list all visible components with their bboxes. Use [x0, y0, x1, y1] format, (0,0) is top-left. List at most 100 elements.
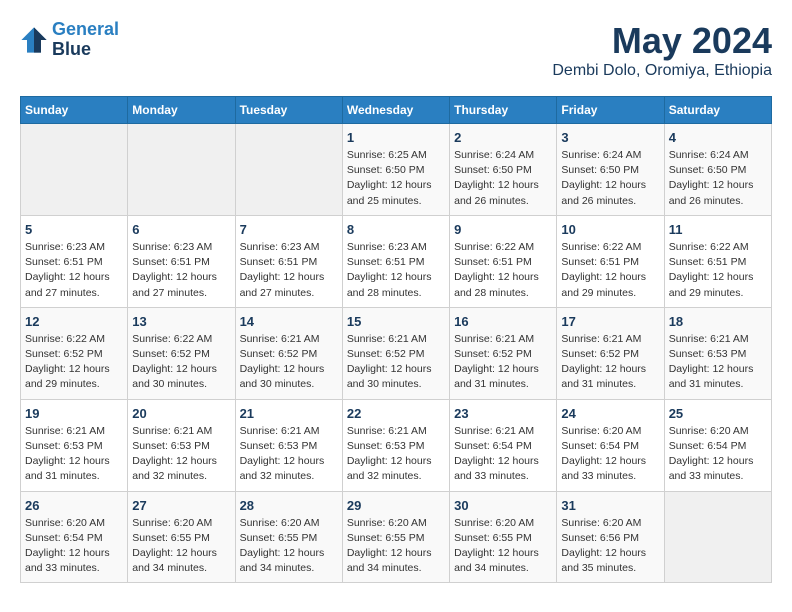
calendar-cell: 7Sunrise: 6:23 AM Sunset: 6:51 PM Daylig…: [235, 215, 342, 307]
day-info: Sunrise: 6:22 AM Sunset: 6:51 PM Dayligh…: [561, 240, 659, 301]
day-info: Sunrise: 6:21 AM Sunset: 6:53 PM Dayligh…: [347, 424, 445, 485]
day-info: Sunrise: 6:24 AM Sunset: 6:50 PM Dayligh…: [561, 148, 659, 209]
day-number: 28: [240, 498, 338, 513]
day-number: 6: [132, 222, 230, 237]
day-number: 27: [132, 498, 230, 513]
day-number: 14: [240, 314, 338, 329]
weekday-header: Friday: [557, 97, 664, 124]
day-info: Sunrise: 6:23 AM Sunset: 6:51 PM Dayligh…: [347, 240, 445, 301]
calendar-cell: 6 Sunrise: 6:23 AM Sunset: 6:51 PM Daylig…: [128, 215, 235, 307]
weekday-header: Tuesday: [235, 97, 342, 124]
calendar-cell: 5 Sunrise: 6:23 AM Sunset: 6:51 PM Daylig…: [21, 215, 128, 307]
logo-icon: [20, 26, 48, 54]
weekday-header: Wednesday: [342, 97, 449, 124]
day-info: Sunrise: 6:22 AM Sunset: 6:51 PM Dayligh…: [454, 240, 552, 301]
calendar-cell: 21 Sunrise: 6:21 AM Sunset: 6:53 PM Dayli…: [235, 399, 342, 491]
calendar-cell: [128, 124, 235, 216]
day-number: 8: [347, 222, 445, 237]
day-info: Sunrise: 6:20 AM Sunset: 6:54 PM Dayligh…: [25, 516, 123, 577]
calendar-week: 1Sunrise: 6:25 AM Sunset: 6:50 PM Daylig…: [21, 124, 772, 216]
day-info: Sunrise: 6:23 AM Sunset: 6:51 PM Dayligh…: [25, 240, 123, 301]
day-info: Sunrise: 6:22 AM Sunset: 6:52 PM Dayligh…: [25, 332, 123, 393]
day-number: 24: [561, 406, 659, 421]
day-number: 29: [347, 498, 445, 513]
logo: General Blue: [20, 20, 119, 60]
calendar-cell: 18 Sunrise: 6:21 AM Sunset: 6:53 PM Dayli…: [664, 307, 771, 399]
calendar-cell: 23 Sunrise: 6:21 AM Sunset: 6:54 PM Dayli…: [450, 399, 557, 491]
day-number: 4: [669, 130, 767, 145]
calendar-cell: 22 Sunrise: 6:21 AM Sunset: 6:53 PM Dayli…: [342, 399, 449, 491]
calendar-cell: 15Sunrise: 6:21 AM Sunset: 6:52 PM Dayli…: [342, 307, 449, 399]
calendar-cell: 27 Sunrise: 6:20 AM Sunset: 6:55 PM Dayli…: [128, 491, 235, 583]
day-info: Sunrise: 6:20 AM Sunset: 6:55 PM Dayligh…: [132, 516, 230, 577]
page-header: General Blue May 2024 Dembi Dolo, Oromiy…: [20, 20, 772, 80]
day-info: Sunrise: 6:20 AM Sunset: 6:55 PM Dayligh…: [454, 516, 552, 577]
calendar-table: SundayMondayTuesdayWednesdayThursdayFrid…: [20, 96, 772, 583]
day-number: 13: [132, 314, 230, 329]
day-number: 18: [669, 314, 767, 329]
title-block: May 2024 Dembi Dolo, Oromiya, Ethiopia: [552, 20, 772, 80]
calendar-cell: [235, 124, 342, 216]
calendar-cell: 29 Sunrise: 6:20 AM Sunset: 6:55 PM Dayli…: [342, 491, 449, 583]
calendar-cell: 2Sunrise: 6:24 AM Sunset: 6:50 PM Daylig…: [450, 124, 557, 216]
day-info: Sunrise: 6:22 AM Sunset: 6:51 PM Dayligh…: [669, 240, 767, 301]
day-number: 23: [454, 406, 552, 421]
calendar-cell: 30 Sunrise: 6:20 AM Sunset: 6:55 PM Dayli…: [450, 491, 557, 583]
calendar-cell: 13Sunrise: 6:22 AM Sunset: 6:52 PM Dayli…: [128, 307, 235, 399]
calendar-cell: 24 Sunrise: 6:20 AM Sunset: 6:54 PM Dayli…: [557, 399, 664, 491]
day-info: Sunrise: 6:21 AM Sunset: 6:54 PM Dayligh…: [454, 424, 552, 485]
day-info: Sunrise: 6:24 AM Sunset: 6:50 PM Dayligh…: [454, 148, 552, 209]
day-info: Sunrise: 6:20 AM Sunset: 6:54 PM Dayligh…: [561, 424, 659, 485]
calendar-cell: 25Sunrise: 6:20 AM Sunset: 6:54 PM Dayli…: [664, 399, 771, 491]
day-info: Sunrise: 6:21 AM Sunset: 6:53 PM Dayligh…: [240, 424, 338, 485]
calendar-week: 19Sunrise: 6:21 AM Sunset: 6:53 PM Dayli…: [21, 399, 772, 491]
day-info: Sunrise: 6:21 AM Sunset: 6:52 PM Dayligh…: [454, 332, 552, 393]
day-info: Sunrise: 6:20 AM Sunset: 6:56 PM Dayligh…: [561, 516, 659, 577]
calendar-cell: 19Sunrise: 6:21 AM Sunset: 6:53 PM Dayli…: [21, 399, 128, 491]
calendar-cell: [21, 124, 128, 216]
weekday-header: Sunday: [21, 97, 128, 124]
day-info: Sunrise: 6:25 AM Sunset: 6:50 PM Dayligh…: [347, 148, 445, 209]
day-number: 7: [240, 222, 338, 237]
day-info: Sunrise: 6:21 AM Sunset: 6:52 PM Dayligh…: [347, 332, 445, 393]
day-info: Sunrise: 6:20 AM Sunset: 6:54 PM Dayligh…: [669, 424, 767, 485]
logo-text: General Blue: [52, 20, 119, 60]
weekday-header: Monday: [128, 97, 235, 124]
calendar-cell: 28 Sunrise: 6:20 AM Sunset: 6:55 PM Dayli…: [235, 491, 342, 583]
day-info: Sunrise: 6:21 AM Sunset: 6:53 PM Dayligh…: [669, 332, 767, 393]
calendar-cell: 10 Sunrise: 6:22 AM Sunset: 6:51 PM Dayli…: [557, 215, 664, 307]
day-info: Sunrise: 6:24 AM Sunset: 6:50 PM Dayligh…: [669, 148, 767, 209]
day-number: 22: [347, 406, 445, 421]
day-info: Sunrise: 6:21 AM Sunset: 6:53 PM Dayligh…: [132, 424, 230, 485]
calendar-cell: 26Sunrise: 6:20 AM Sunset: 6:54 PM Dayli…: [21, 491, 128, 583]
calendar-cell: 1Sunrise: 6:25 AM Sunset: 6:50 PM Daylig…: [342, 124, 449, 216]
day-number: 9: [454, 222, 552, 237]
day-number: 3: [561, 130, 659, 145]
calendar-cell: [664, 491, 771, 583]
location: Dembi Dolo, Oromiya, Ethiopia: [552, 62, 772, 80]
day-info: Sunrise: 6:21 AM Sunset: 6:52 PM Dayligh…: [240, 332, 338, 393]
day-number: 20: [132, 406, 230, 421]
day-number: 21: [240, 406, 338, 421]
day-number: 31: [561, 498, 659, 513]
month-title: May 2024: [552, 20, 772, 62]
day-number: 30: [454, 498, 552, 513]
calendar-week: 26Sunrise: 6:20 AM Sunset: 6:54 PM Dayli…: [21, 491, 772, 583]
day-info: Sunrise: 6:21 AM Sunset: 6:52 PM Dayligh…: [561, 332, 659, 393]
calendar-header: SundayMondayTuesdayWednesdayThursdayFrid…: [21, 97, 772, 124]
day-info: Sunrise: 6:23 AM Sunset: 6:51 PM Dayligh…: [132, 240, 230, 301]
day-number: 12: [25, 314, 123, 329]
calendar-cell: 20 Sunrise: 6:21 AM Sunset: 6:53 PM Dayli…: [128, 399, 235, 491]
weekday-header: Saturday: [664, 97, 771, 124]
day-info: Sunrise: 6:20 AM Sunset: 6:55 PM Dayligh…: [347, 516, 445, 577]
day-info: Sunrise: 6:20 AM Sunset: 6:55 PM Dayligh…: [240, 516, 338, 577]
calendar-cell: 8 Sunrise: 6:23 AM Sunset: 6:51 PM Daylig…: [342, 215, 449, 307]
day-number: 10: [561, 222, 659, 237]
calendar-cell: 11Sunrise: 6:22 AM Sunset: 6:51 PM Dayli…: [664, 215, 771, 307]
calendar-cell: 17 Sunrise: 6:21 AM Sunset: 6:52 PM Dayli…: [557, 307, 664, 399]
calendar-body: 1Sunrise: 6:25 AM Sunset: 6:50 PM Daylig…: [21, 124, 772, 583]
calendar-cell: 14 Sunrise: 6:21 AM Sunset: 6:52 PM Dayli…: [235, 307, 342, 399]
day-number: 5: [25, 222, 123, 237]
day-info: Sunrise: 6:21 AM Sunset: 6:53 PM Dayligh…: [25, 424, 123, 485]
day-number: 17: [561, 314, 659, 329]
